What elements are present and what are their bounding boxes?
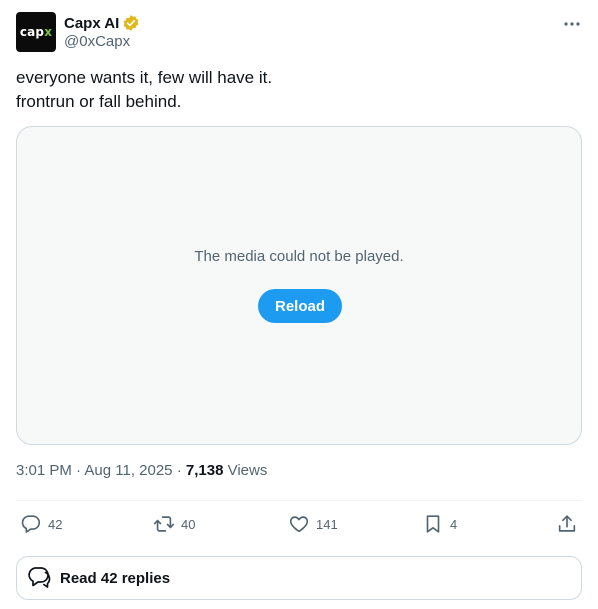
- heart-icon: [288, 513, 310, 535]
- avatar[interactable]: cap x: [16, 12, 56, 52]
- name-row: Capx AI: [64, 13, 140, 33]
- verified-badge-icon[interactable]: [122, 14, 140, 32]
- media-player[interactable]: The media could not be played. Reload: [16, 126, 582, 445]
- share-button[interactable]: [556, 501, 578, 547]
- views-label: Views: [227, 462, 268, 479]
- reload-button[interactable]: Reload: [258, 289, 342, 323]
- bookmark-count: 4: [450, 516, 458, 532]
- avatar-logo-part1: cap: [19, 25, 45, 39]
- tweet-header: cap x Capx AI @0xCapx: [16, 12, 582, 56]
- tweet-text: everyone wants it, few will have it. fro…: [16, 66, 582, 114]
- action-bar: 42 40 141 4: [16, 501, 582, 547]
- repost-icon: [153, 513, 175, 535]
- media-error-message: The media could not be played.: [194, 248, 404, 265]
- reply-count: 42: [48, 516, 63, 532]
- bookmark-button[interactable]: 4: [422, 501, 457, 547]
- bookmark-icon: [422, 513, 444, 535]
- meta-separator: ·: [172, 462, 186, 479]
- repost-button[interactable]: 40: [153, 501, 195, 547]
- reply-bubble-icon: [20, 513, 42, 535]
- repost-count: 40: [181, 516, 196, 532]
- avatar-logo-part2: x: [44, 25, 53, 39]
- timestamp-date[interactable]: Aug 11, 2025: [84, 462, 172, 479]
- read-replies-button[interactable]: Read 42 replies: [16, 556, 582, 600]
- views-count: 7,138: [185, 462, 224, 479]
- tweet-line: frontrun or fall behind.: [16, 92, 182, 111]
- more-horizontal-icon[interactable]: [562, 14, 582, 34]
- display-name[interactable]: Capx AI: [64, 15, 119, 32]
- tweet-line: everyone wants it, few will have it.: [16, 68, 273, 87]
- meta-separator: ·: [71, 462, 85, 479]
- reply-button[interactable]: 42: [20, 501, 62, 547]
- like-count: 141: [316, 516, 338, 532]
- double-bubble-icon: [26, 563, 52, 594]
- share-icon: [556, 513, 578, 535]
- tweet-meta: 3:01 PM · Aug 11, 2025 · 7,138 Views: [16, 462, 267, 479]
- read-replies-label: Read 42 replies: [60, 569, 171, 587]
- handle[interactable]: @0xCapx: [64, 33, 130, 50]
- timestamp-time[interactable]: 3:01 PM: [16, 462, 72, 479]
- like-button[interactable]: 141: [288, 501, 338, 547]
